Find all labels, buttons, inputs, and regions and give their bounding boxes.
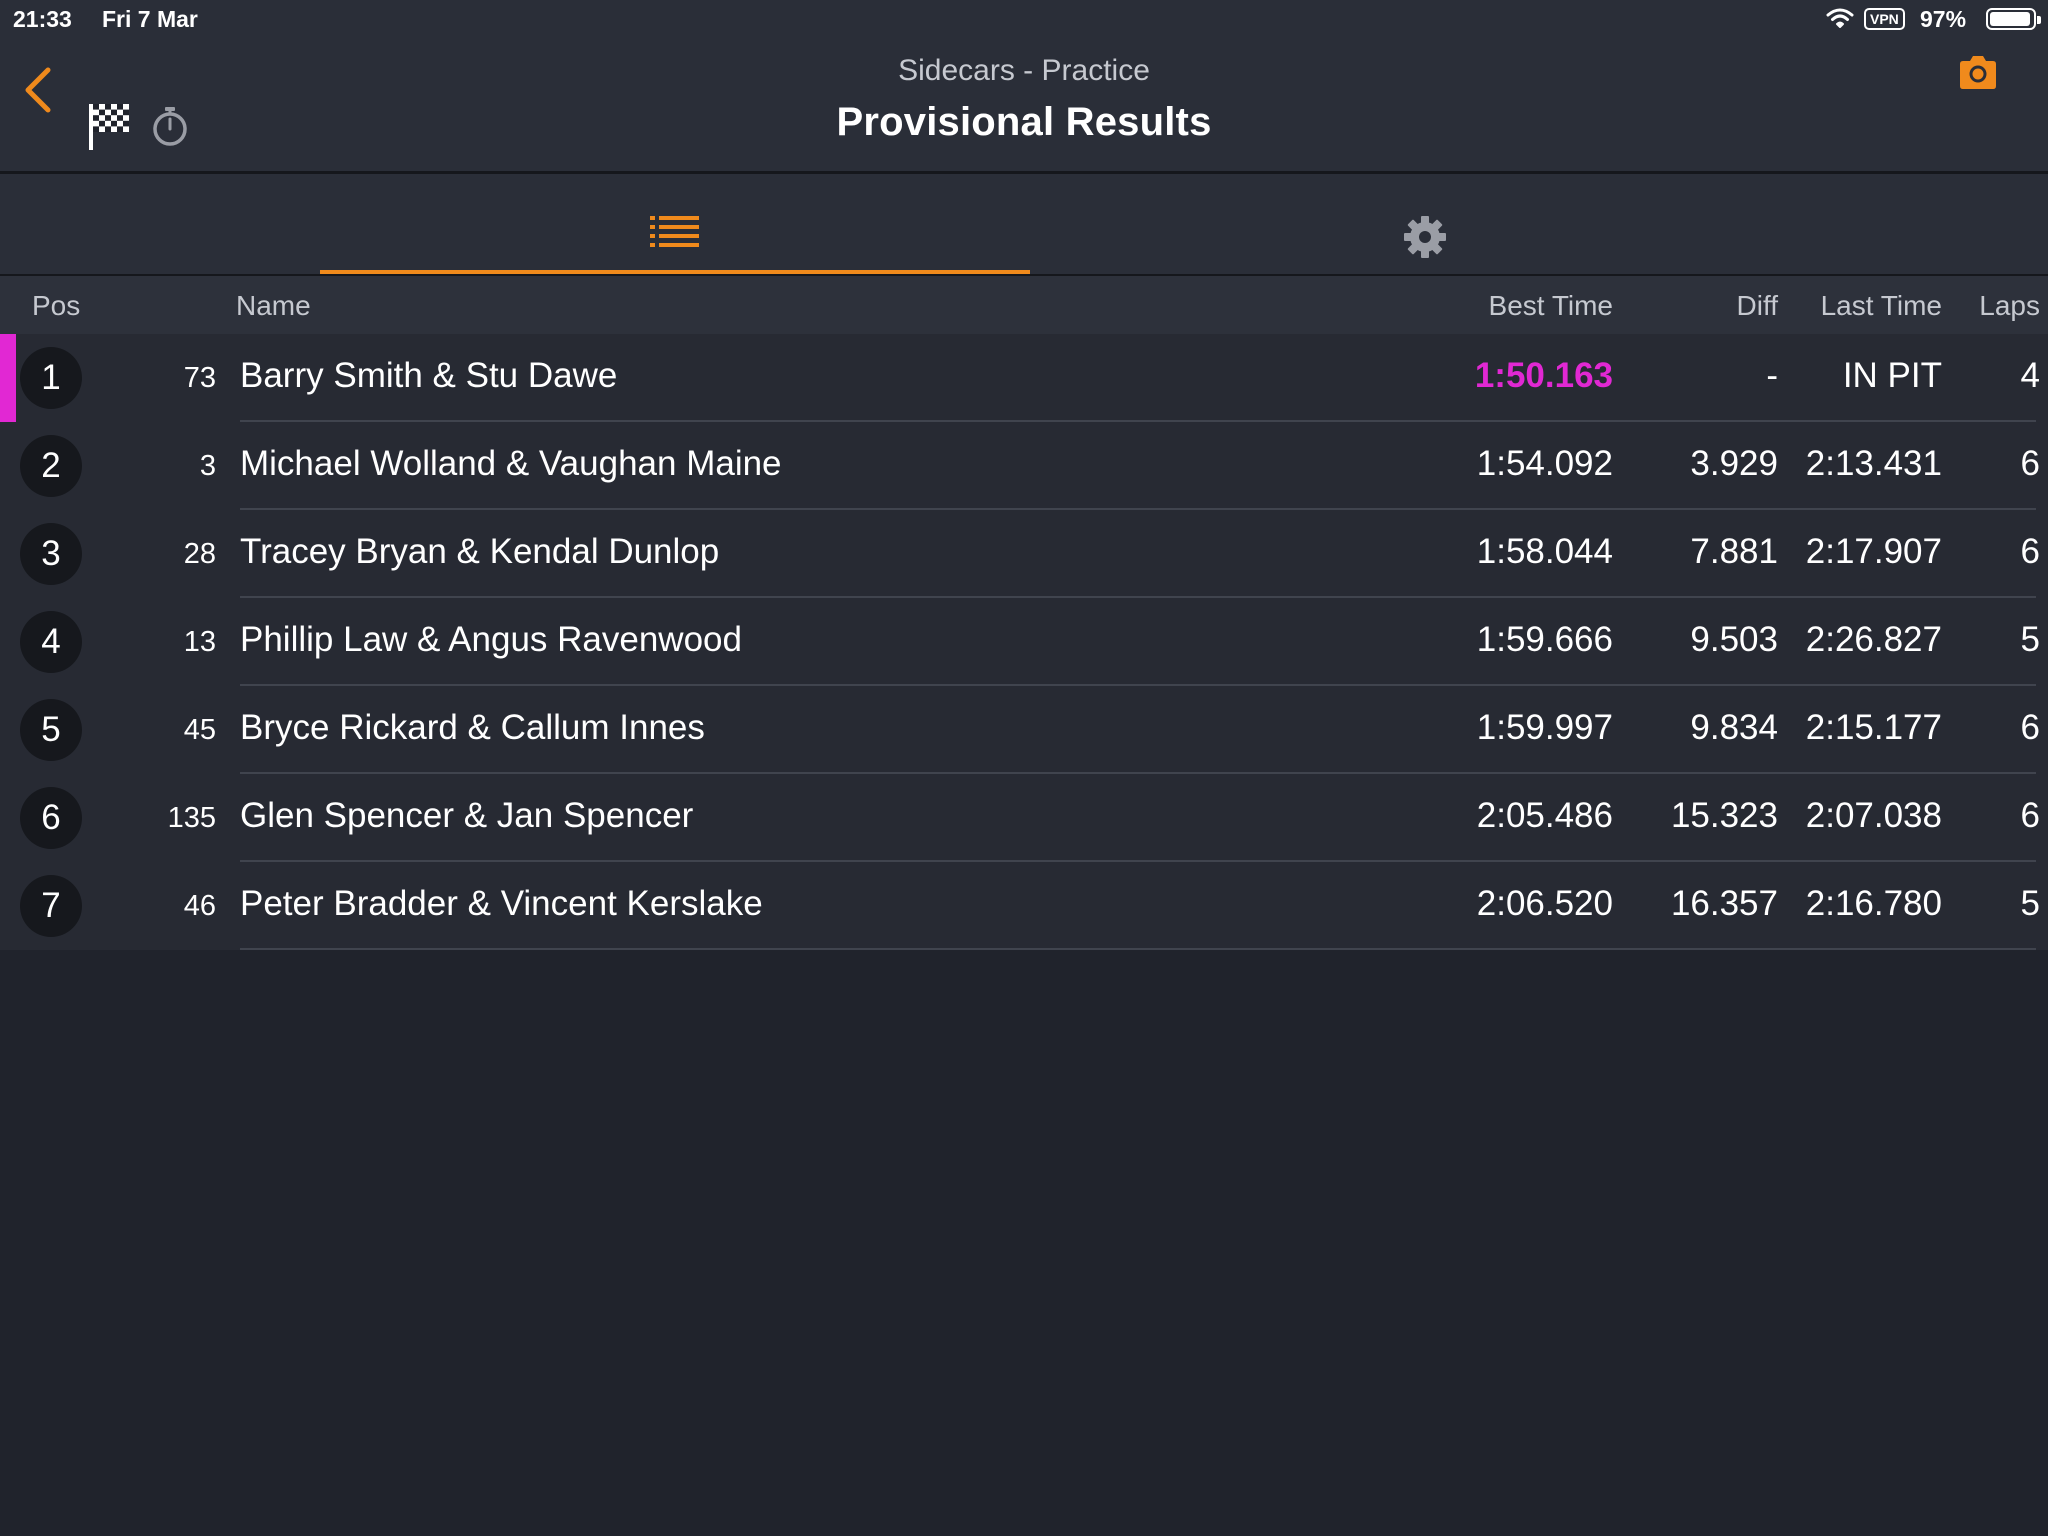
last-time: 2:13.431	[1805, 444, 1942, 483]
competitor-name: Barry Smith & Stu Dawe	[240, 356, 618, 395]
last-time: 2:16.780	[1805, 884, 1942, 923]
fastest-lap-indicator	[0, 334, 16, 422]
best-time: 1:59.997	[1476, 708, 1613, 747]
laps-count: 6	[2020, 796, 2040, 835]
status-time: 21:33	[13, 6, 72, 32]
laps-count: 6	[2020, 708, 2040, 747]
laps-count: 5	[2020, 620, 2040, 659]
competitor-number: 135	[167, 802, 216, 834]
column-header-pos[interactable]: Pos	[32, 290, 80, 322]
laps-count: 6	[2020, 532, 2040, 571]
position-badge: 7	[20, 875, 82, 937]
column-header-best-time[interactable]: Best Time	[1400, 290, 1613, 322]
table-row[interactable]: 2 3 Michael Wolland & Vaughan Maine 1:54…	[0, 422, 2048, 510]
column-header-laps[interactable]: Laps	[1950, 290, 2040, 322]
competitor-number: 13	[183, 626, 216, 658]
gear-icon	[1404, 216, 1446, 258]
table-row[interactable]: 6 135 Glen Spencer & Jan Spencer 2:05.48…	[0, 774, 2048, 862]
diff-time: 9.503	[1690, 620, 1778, 659]
position-badge: 5	[20, 699, 82, 761]
diff-time: 16.357	[1670, 884, 1778, 923]
battery-percentage: 97%	[1920, 6, 1967, 32]
last-time: IN PIT	[1842, 356, 1942, 395]
list-icon	[650, 216, 699, 247]
competitor-name: Tracey Bryan & Kendal Dunlop	[240, 532, 720, 571]
competitor-number: 28	[183, 538, 216, 570]
competitor-name: Phillip Law & Angus Ravenwood	[240, 620, 742, 659]
camera-icon	[1960, 56, 1996, 89]
wifi-icon	[1826, 7, 1854, 35]
diff-time: -	[1766, 356, 1778, 395]
competitor-name: Peter Bradder & Vincent Kerslake	[240, 884, 763, 923]
page-title: Provisional Results	[836, 100, 1212, 144]
column-header-last-time[interactable]: Last Time	[1790, 290, 1942, 322]
table-row[interactable]: 1 73 Barry Smith & Stu Dawe 1:50.163 - I…	[0, 334, 2048, 422]
column-header-diff[interactable]: Diff	[1620, 290, 1779, 322]
row-divider	[240, 948, 2036, 950]
competitor-number: 3	[199, 450, 216, 482]
status-date: Fri 7 Mar	[102, 6, 198, 32]
competitor-number: 73	[183, 362, 216, 394]
competitor-number: 45	[183, 714, 216, 746]
best-time: 1:58.044	[1476, 532, 1613, 571]
best-time: 2:06.520	[1476, 884, 1613, 923]
tab-settings[interactable]	[1070, 174, 1780, 274]
diff-time: 7.881	[1690, 532, 1778, 571]
tab-results-list[interactable]	[320, 174, 1030, 274]
laps-count: 6	[2020, 444, 2040, 483]
diff-time: 15.323	[1670, 796, 1778, 835]
last-time: 2:15.177	[1805, 708, 1942, 747]
results-table: 1 73 Barry Smith & Stu Dawe 1:50.163 - I…	[0, 334, 2048, 950]
last-time: 2:26.827	[1805, 620, 1942, 659]
position-badge: 1	[20, 347, 82, 409]
table-row[interactable]: 3 28 Tracey Bryan & Kendal Dunlop 1:58.0…	[0, 510, 2048, 598]
diff-time: 9.834	[1690, 708, 1778, 747]
status-bar: 21:33 Fri 7 Mar VPN 97%	[0, 0, 2048, 38]
session-subtitle: Sidecars - Practice	[898, 54, 1150, 87]
battery-icon	[1986, 8, 2041, 30]
diff-time: 3.929	[1690, 444, 1778, 483]
camera-button[interactable]	[1956, 52, 2000, 97]
tab-bar	[0, 174, 2048, 276]
competitor-name: Michael Wolland & Vaughan Maine	[240, 444, 782, 483]
best-time: 1:59.666	[1476, 620, 1613, 659]
table-row[interactable]: 4 13 Phillip Law & Angus Ravenwood 1:59.…	[0, 598, 2048, 686]
vpn-badge: VPN	[1864, 8, 1905, 30]
position-badge: 6	[20, 787, 82, 849]
competitor-name: Bryce Rickard & Callum Innes	[240, 708, 705, 747]
table-row[interactable]: 5 45 Bryce Rickard & Callum Innes 1:59.9…	[0, 686, 2048, 774]
best-time: 1:50.163	[1474, 356, 1613, 395]
laps-count: 4	[2020, 356, 2040, 395]
position-badge: 3	[20, 523, 82, 585]
nav-header: Sidecars - Practice Provisional Results	[0, 38, 2048, 174]
results-table-header: Pos Name Best Time Diff Last Time Laps	[0, 276, 2048, 334]
last-time: 2:17.907	[1805, 532, 1942, 571]
column-header-name[interactable]: Name	[236, 290, 311, 322]
position-badge: 2	[20, 435, 82, 497]
competitor-number: 46	[183, 890, 216, 922]
best-time: 2:05.486	[1476, 796, 1613, 835]
competitor-name: Glen Spencer & Jan Spencer	[240, 796, 694, 835]
best-time: 1:54.092	[1476, 444, 1613, 483]
last-time: 2:07.038	[1805, 796, 1942, 835]
table-row[interactable]: 7 46 Peter Bradder & Vincent Kerslake 2:…	[0, 862, 2048, 950]
position-badge: 4	[20, 611, 82, 673]
laps-count: 5	[2020, 884, 2040, 923]
